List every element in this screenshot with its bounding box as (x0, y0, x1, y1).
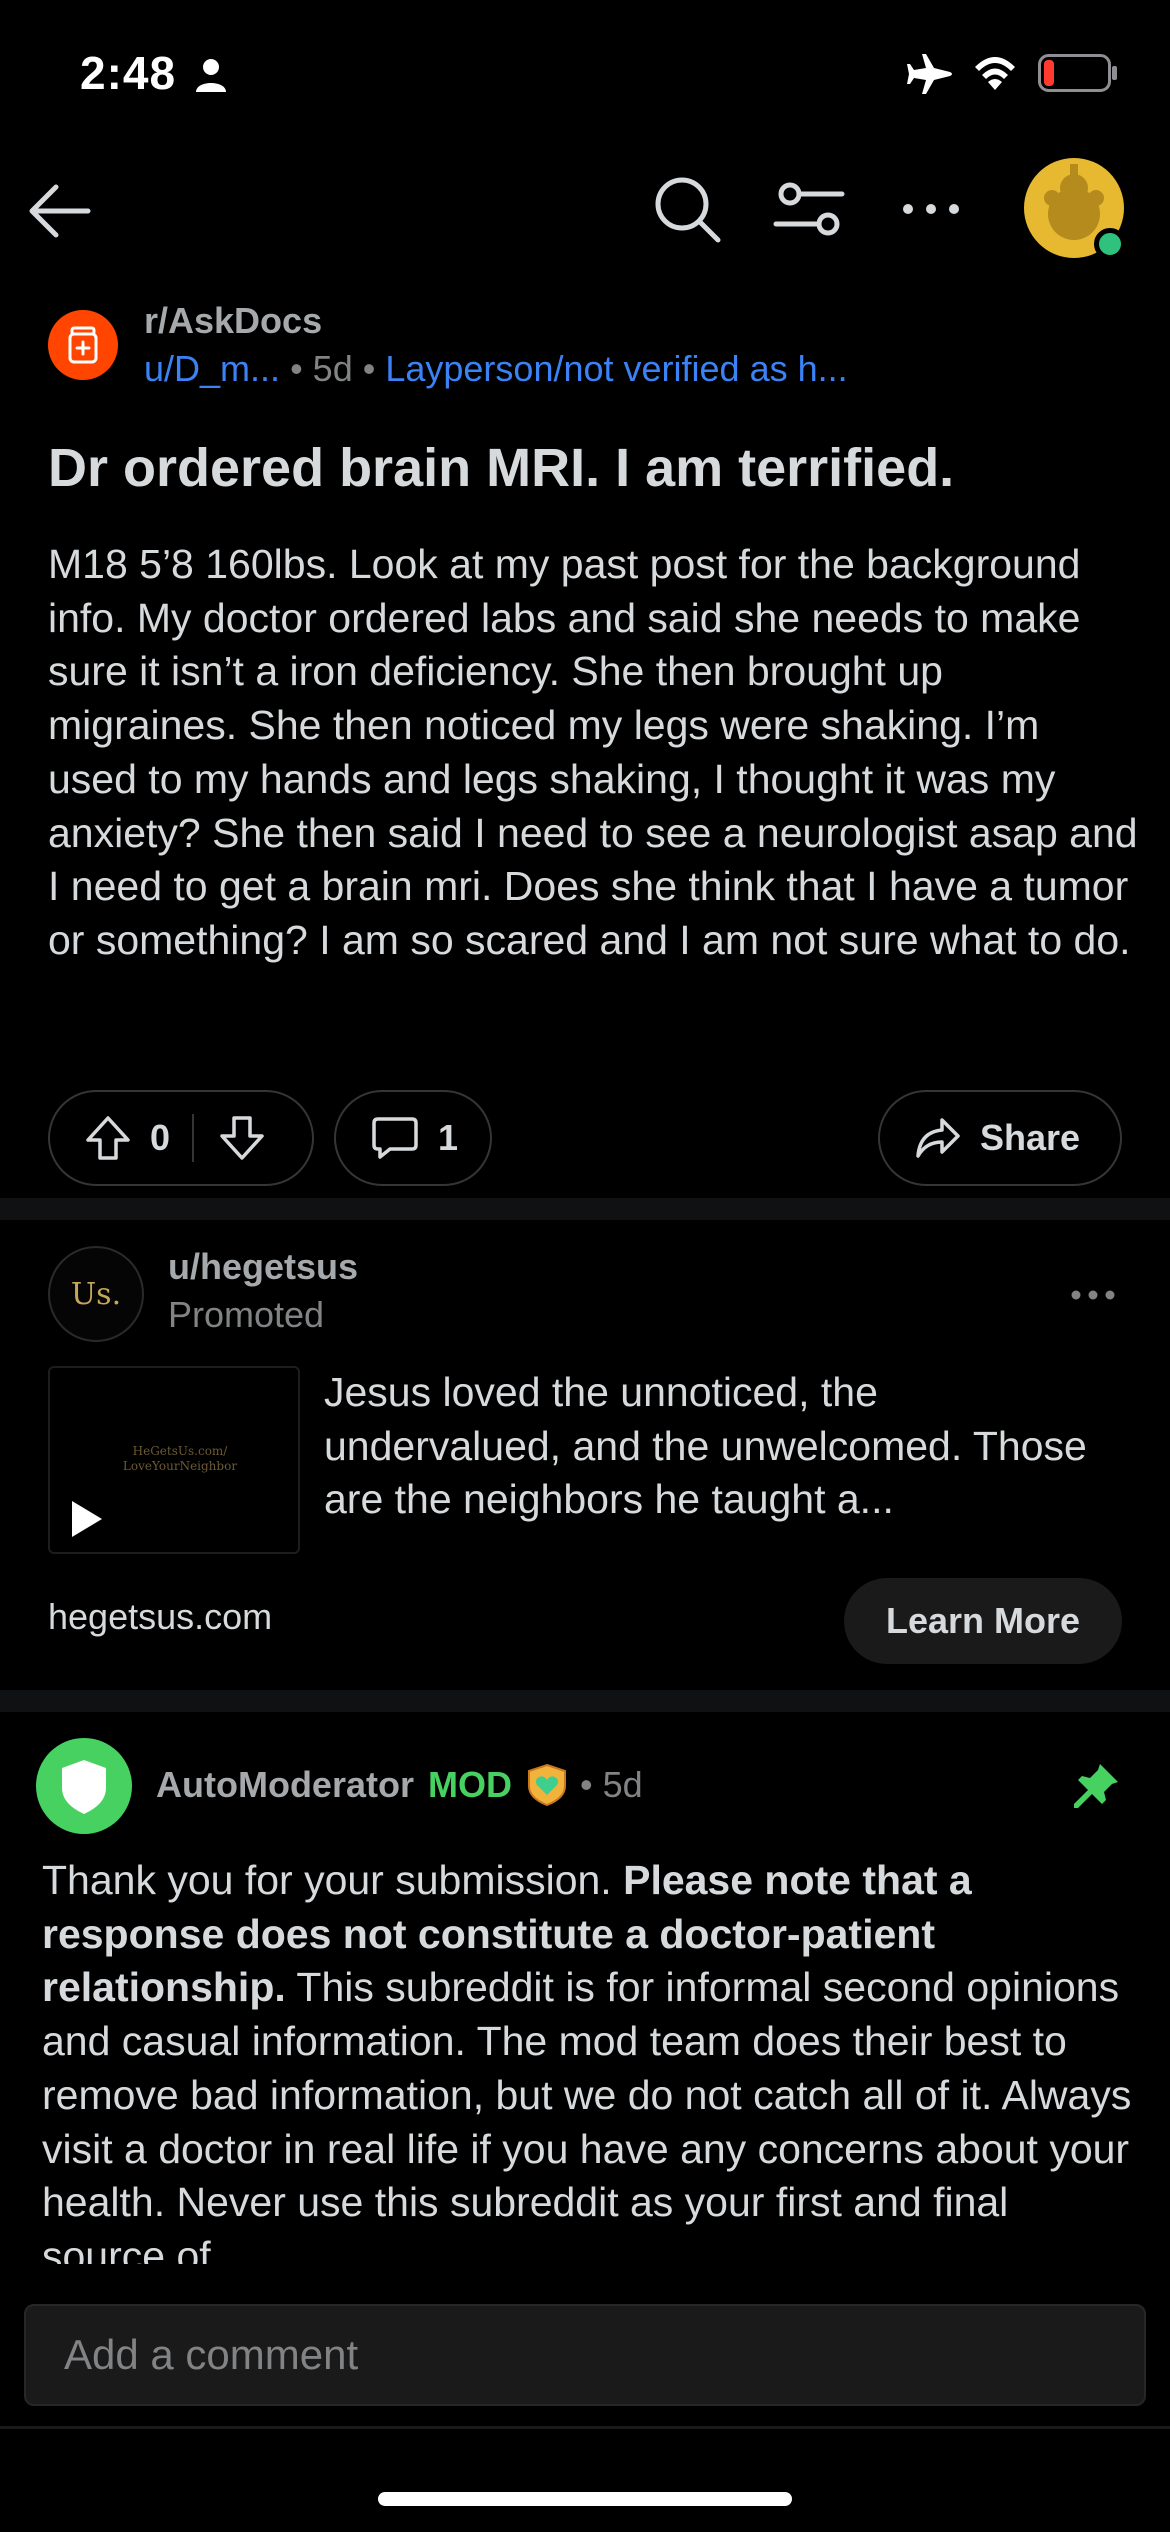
search-icon[interactable] (650, 172, 724, 246)
ad-domain[interactable]: hegetsus.com (48, 1596, 272, 1638)
comment-age: 5d (602, 1764, 643, 1805)
learn-more-button[interactable]: Learn More (844, 1578, 1122, 1664)
filter-icon[interactable] (772, 172, 846, 246)
comment-bubble-icon (372, 1117, 418, 1159)
post-author[interactable]: u/D_m... (144, 348, 280, 389)
wifi-icon (975, 57, 1015, 90)
home-indicator[interactable] (378, 2492, 792, 2506)
share-label: Share (980, 1117, 1081, 1158)
add-comment-input[interactable]: Add a comment (24, 2304, 1146, 2406)
status-time: 2:48 (80, 47, 177, 99)
vote-count: 0 (150, 1117, 171, 1158)
comment-meta: AutoModerator MOD • 5d (156, 1762, 643, 1808)
ad-thumbnail-text: HeGetsUs.com/ LoveYourNeighbor (122, 1444, 238, 1473)
pin-icon (1074, 1764, 1118, 1808)
meta-separator: • (290, 348, 313, 389)
post-meta: u/D_m... • 5d • Layperson/not verified a… (144, 348, 848, 390)
bottom-divider (0, 2426, 1170, 2429)
share-button[interactable]: Share (878, 1090, 1122, 1186)
shield-heart-icon (527, 1763, 566, 1807)
automoderator-avatar[interactable] (36, 1738, 132, 1834)
vote-control: 0 (48, 1090, 314, 1186)
post-title: Dr ordered brain MRI. I am terrified. (48, 438, 955, 498)
ad-avatar[interactable]: Us. (48, 1246, 144, 1342)
user-flair: Layperson/not verified as h... (385, 348, 848, 389)
vote-divider (192, 1114, 195, 1162)
comment-body: Thank you for your submission. Please no… (42, 1854, 1132, 2264)
comment-count: 1 (438, 1117, 459, 1158)
downvote-icon[interactable] (218, 1114, 266, 1162)
back-arrow-icon[interactable] (22, 174, 96, 248)
more-icon[interactable] (894, 172, 968, 246)
comment-author[interactable]: AutoModerator (156, 1764, 414, 1806)
profile-avatar[interactable] (1024, 158, 1126, 260)
post-action-bar: 0 1 Share (48, 1090, 1122, 1186)
mod-badge: MOD (427, 1764, 512, 1805)
airplane-icon (907, 54, 952, 94)
comment-body-container: Thank you for your submission. Please no… (42, 1854, 1132, 2264)
post-age: 5d (312, 348, 353, 389)
bottom-bar: Add a comment (0, 2264, 1170, 2532)
comment-intro: Thank you for your submission. (42, 1857, 624, 1903)
post-header: r/AskDocs u/D_m... • 5d • Layperson/not … (48, 300, 1128, 400)
person-icon (196, 59, 226, 92)
share-arrow-icon (916, 1118, 960, 1158)
ad-video-thumbnail[interactable]: HeGetsUs.com/ LoveYourNeighbor (48, 1366, 300, 1554)
subreddit-icon[interactable] (48, 310, 118, 380)
ad-text[interactable]: Jesus loved the unnoticed, the undervalu… (324, 1366, 1124, 1527)
battery-icon (1038, 54, 1117, 92)
ad-username[interactable]: u/hegetsus (168, 1246, 358, 1288)
online-status-dot (1094, 228, 1126, 260)
section-divider (0, 1198, 1170, 1220)
meta-separator: • (579, 1764, 593, 1805)
subreddit-name[interactable]: r/AskDocs (144, 300, 322, 342)
top-nav (0, 150, 1170, 270)
more-options-icon[interactable] (1066, 1268, 1120, 1322)
section-divider (0, 1690, 1170, 1712)
shield-icon (62, 1760, 106, 1814)
status-bar: 2:48 (0, 0, 1170, 150)
medicine-bottle-icon (68, 326, 98, 364)
upvote-icon[interactable] (84, 1114, 132, 1162)
comments-button[interactable]: 1 (334, 1090, 492, 1186)
promoted-label: Promoted (168, 1294, 325, 1335)
post-body: M18 5’8 160lbs. Look at my past post for… (48, 541, 1138, 963)
play-icon[interactable] (68, 1498, 106, 1540)
meta-separator: • (362, 348, 386, 389)
